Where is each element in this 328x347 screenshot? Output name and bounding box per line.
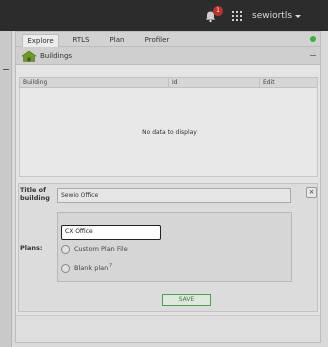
notification-badge: 1 — [213, 6, 223, 16]
custom-plan-file-option[interactable]: Custom Plan File — [61, 244, 128, 254]
tab-profiler[interactable]: Profiler — [140, 34, 174, 47]
save-button[interactable]: SAVE — [162, 294, 211, 306]
buildings-table-header: Building Id Edit — [19, 77, 318, 88]
top-navigation-bar: 1 sewiortls — [0, 0, 328, 31]
tab-explore[interactable]: Explore — [22, 34, 59, 47]
building-icon — [21, 50, 37, 62]
plans-box: CX Office Custom Plan File Blank plan? — [57, 212, 292, 282]
column-header-edit[interactable]: Edit — [263, 79, 275, 86]
column-header-building[interactable]: Building — [23, 79, 47, 86]
tab-plan[interactable]: Plan — [106, 34, 128, 47]
plan-name-input[interactable]: CX Office — [61, 225, 161, 240]
apps-grid-icon[interactable] — [232, 11, 242, 21]
user-menu[interactable]: sewiortls — [252, 9, 302, 23]
sidebar-toggle-icon[interactable] — [3, 69, 9, 70]
section-title: Buildings — [40, 52, 73, 60]
buildings-table-body: No data to display — [19, 88, 318, 177]
tab-rtls[interactable]: RTLS — [71, 34, 91, 47]
building-form: Title of building Sewio Office × Plans: … — [18, 183, 318, 312]
panel-footer-area — [16, 315, 320, 342]
title-of-building-label: Title of building — [20, 186, 50, 202]
blank-plan-label: Blank plan? — [74, 263, 112, 273]
custom-plan-file-label: Custom Plan File — [74, 245, 128, 253]
blank-plan-option[interactable]: Blank plan? — [61, 263, 112, 273]
help-icon[interactable]: ? — [109, 263, 112, 269]
radio-button[interactable] — [61, 244, 70, 254]
plans-label: Plans: — [20, 244, 43, 252]
tab-bar: Explore RTLS Plan Profiler — [16, 32, 320, 47]
username-label: sewiortls — [252, 11, 293, 21]
buildings-panel: Explore RTLS Plan Profiler Buildings Bui… — [15, 31, 321, 343]
building-title-input[interactable]: Sewio Office — [57, 188, 291, 203]
left-sidebar-strip — [0, 31, 12, 347]
buildings-section-header[interactable]: Buildings — [16, 47, 320, 65]
radio-button[interactable] — [61, 263, 70, 273]
connection-status-icon — [310, 36, 316, 42]
close-form-button[interactable]: × — [306, 187, 317, 198]
caret-down-icon — [295, 14, 302, 18]
collapse-icon[interactable] — [310, 55, 316, 56]
column-header-id[interactable]: Id — [172, 79, 178, 86]
column-divider — [259, 78, 260, 87]
column-divider — [168, 78, 169, 87]
empty-table-message: No data to display — [142, 129, 197, 136]
